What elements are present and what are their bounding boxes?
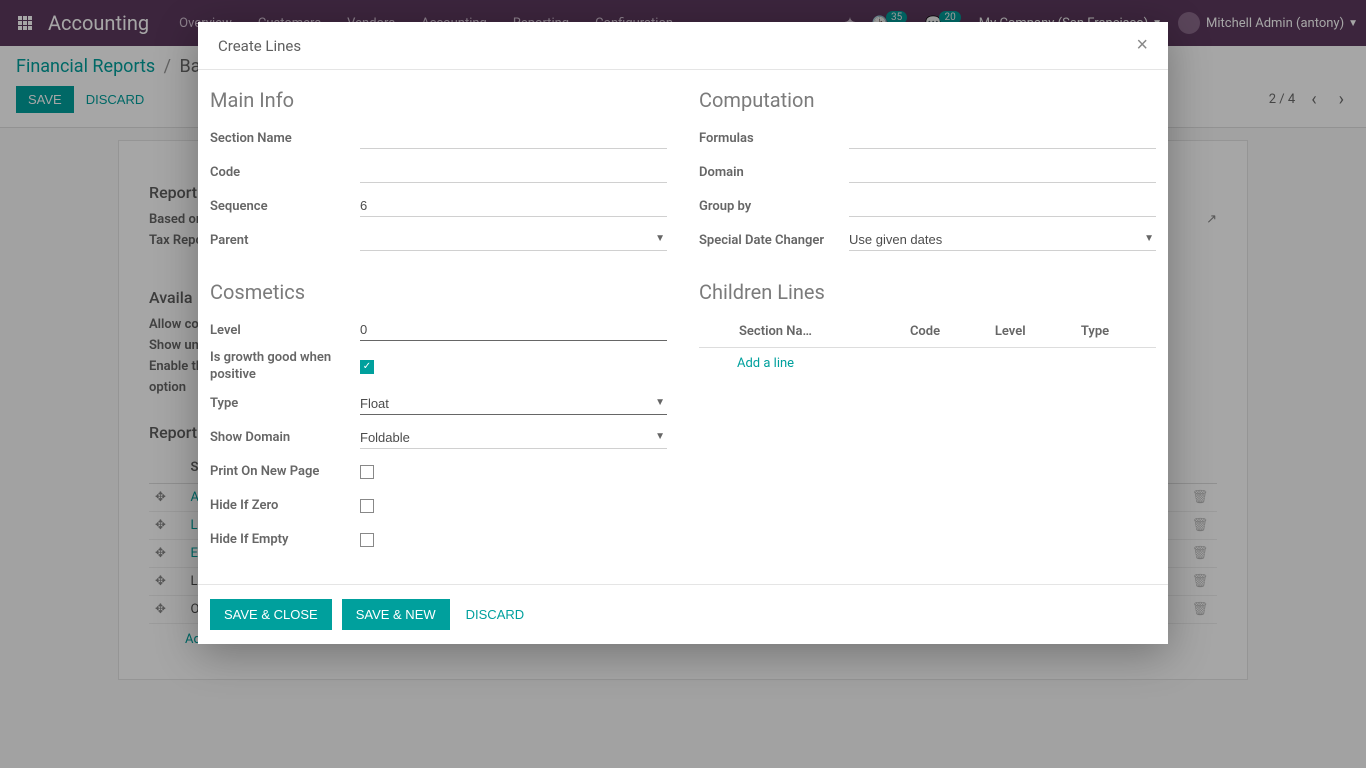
special-date-select[interactable] bbox=[849, 229, 1156, 251]
computation-heading: Computation bbox=[699, 88, 1156, 112]
code-label: Code bbox=[210, 165, 360, 180]
children-add-line[interactable]: Add a line bbox=[699, 348, 1156, 379]
children-lines-heading: Children Lines bbox=[699, 280, 1156, 304]
special-date-label: Special Date Changer bbox=[699, 233, 849, 248]
code-input[interactable] bbox=[360, 161, 667, 183]
domain-input[interactable] bbox=[849, 161, 1156, 183]
children-table: Section Na… Code Level Type bbox=[699, 316, 1156, 348]
main-info-heading: Main Info bbox=[210, 88, 667, 112]
col-type: Type bbox=[1075, 316, 1156, 348]
col-level: Level bbox=[989, 316, 1075, 348]
parent-select[interactable] bbox=[360, 229, 667, 251]
group-by-label: Group by bbox=[699, 199, 849, 214]
group-by-input[interactable] bbox=[849, 195, 1156, 217]
section-name-label: Section Name bbox=[210, 131, 360, 146]
sequence-label: Sequence bbox=[210, 199, 360, 214]
save-new-button[interactable]: SAVE & NEW bbox=[342, 599, 450, 630]
parent-label: Parent bbox=[210, 233, 360, 248]
print-new-page-checkbox[interactable] bbox=[360, 465, 374, 479]
formulas-input[interactable] bbox=[849, 127, 1156, 149]
sequence-input[interactable] bbox=[360, 195, 667, 217]
level-input[interactable] bbox=[360, 319, 667, 341]
section-name-input[interactable] bbox=[360, 127, 667, 149]
left-column: Main Info Section Name Code Sequence Par… bbox=[210, 88, 667, 560]
type-select[interactable] bbox=[360, 393, 667, 415]
level-label: Level bbox=[210, 323, 360, 338]
hide-if-empty-checkbox[interactable] bbox=[360, 533, 374, 547]
right-column: Computation Formulas Domain Group by Spe… bbox=[699, 88, 1156, 560]
print-new-page-label: Print On New Page bbox=[210, 464, 360, 479]
formulas-label: Formulas bbox=[699, 131, 849, 146]
hide-if-zero-label: Hide If Zero bbox=[210, 498, 360, 513]
close-icon[interactable]: × bbox=[1136, 34, 1148, 57]
col-code: Code bbox=[904, 316, 989, 348]
modal-discard-button[interactable]: DISCARD bbox=[466, 607, 525, 622]
show-domain-select[interactable] bbox=[360, 427, 667, 449]
domain-label: Domain bbox=[699, 165, 849, 180]
show-domain-label: Show Domain bbox=[210, 430, 360, 445]
hide-if-empty-label: Hide If Empty bbox=[210, 532, 360, 547]
growth-checkbox[interactable]: ✓ bbox=[360, 360, 374, 374]
save-close-button[interactable]: SAVE & CLOSE bbox=[210, 599, 332, 630]
cosmetics-heading: Cosmetics bbox=[210, 280, 667, 304]
type-label: Type bbox=[210, 396, 360, 411]
dialog-title: Create Lines bbox=[218, 37, 301, 55]
col-section-name: Section Na… bbox=[733, 316, 904, 348]
growth-label: Is growth good when positive bbox=[210, 350, 360, 384]
modal-backdrop: Create Lines × Main Info Section Name Co… bbox=[0, 0, 1366, 768]
hide-if-zero-checkbox[interactable] bbox=[360, 499, 374, 513]
create-lines-dialog: Create Lines × Main Info Section Name Co… bbox=[198, 22, 1168, 644]
